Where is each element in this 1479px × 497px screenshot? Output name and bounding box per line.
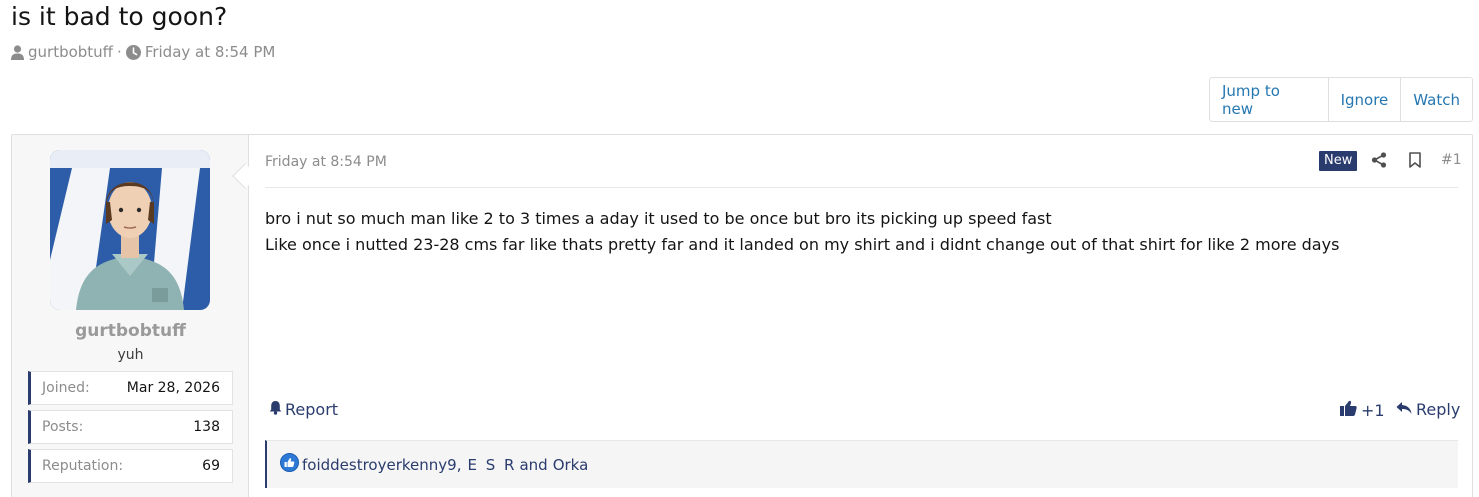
- post-user-column: gurtbobtuff yuh Joined: Mar 28, 2026 Pos…: [12, 135, 249, 497]
- thread-title: is it bad to goon?: [11, 2, 228, 31]
- stat-label: Posts:: [42, 419, 84, 435]
- reactions-bar: foiddestroyerkenny9 , E S R and Orka: [265, 440, 1458, 488]
- thumbs-up-icon: [1340, 400, 1357, 420]
- share-icon[interactable]: [1371, 152, 1387, 172]
- post-divider: [265, 187, 1458, 188]
- report-label: Report: [285, 400, 339, 419]
- post-message: gurtbobtuff yuh Joined: Mar 28, 2026 Pos…: [11, 134, 1473, 497]
- meta-separator: ·: [117, 43, 122, 61]
- jump-to-new-button[interactable]: Jump to new: [1210, 78, 1329, 121]
- thread-meta: gurtbobtuff · Friday at 8:54 PM: [11, 43, 275, 61]
- new-badge: New: [1319, 151, 1358, 171]
- stat-label: Joined:: [42, 380, 90, 396]
- like-reaction-icon: [280, 453, 299, 476]
- ignore-button[interactable]: Ignore: [1329, 78, 1402, 121]
- like-count: +1: [1361, 400, 1385, 420]
- bookmark-icon[interactable]: [1408, 152, 1422, 172]
- stat-value: 69: [202, 458, 220, 474]
- reaction-and: and: [519, 455, 548, 474]
- reply-icon: [1396, 400, 1412, 419]
- bell-icon: [269, 400, 282, 419]
- reaction-user-link[interactable]: foiddestroyerkenny9: [302, 456, 457, 474]
- stat-value: Mar 28, 2026: [126, 380, 220, 396]
- stat-label: Reputation:: [42, 458, 124, 474]
- stat-value: 138: [193, 419, 220, 435]
- stat-reputation: Reputation: 69: [28, 449, 233, 483]
- user-icon: [11, 44, 24, 60]
- reply-label: Reply: [1416, 400, 1461, 419]
- reaction-separator: ,: [456, 455, 462, 474]
- post-number-link[interactable]: #1: [1441, 152, 1462, 168]
- thread-author-link[interactable]: gurtbobtuff: [28, 43, 113, 61]
- post-line: Like once i nutted 23-28 cms far like th…: [265, 235, 1340, 254]
- clock-icon: [125, 44, 141, 60]
- reply-button[interactable]: Reply: [1396, 400, 1460, 419]
- report-button[interactable]: Report: [269, 400, 338, 419]
- stat-posts: Posts: 138: [28, 410, 233, 444]
- user-title: yuh: [117, 347, 144, 363]
- avatar[interactable]: [50, 150, 210, 310]
- thread-actions: Jump to new Ignore Watch: [1209, 77, 1473, 122]
- post-username[interactable]: gurtbobtuff: [12, 321, 249, 341]
- like-button[interactable]: +1: [1340, 400, 1385, 420]
- reaction-user-link[interactable]: Orka: [553, 456, 589, 474]
- post-line: bro i nut so much man like 2 to 3 times …: [265, 209, 1052, 228]
- post-body: bro i nut so much man like 2 to 3 times …: [265, 206, 1339, 258]
- stat-joined: Joined: Mar 28, 2026: [28, 371, 233, 405]
- reaction-user-link[interactable]: E S R: [467, 456, 516, 474]
- watch-button[interactable]: Watch: [1401, 78, 1472, 121]
- post-date-link[interactable]: Friday at 8:54 PM: [265, 154, 387, 170]
- thread-date-link[interactable]: Friday at 8:54 PM: [145, 43, 276, 61]
